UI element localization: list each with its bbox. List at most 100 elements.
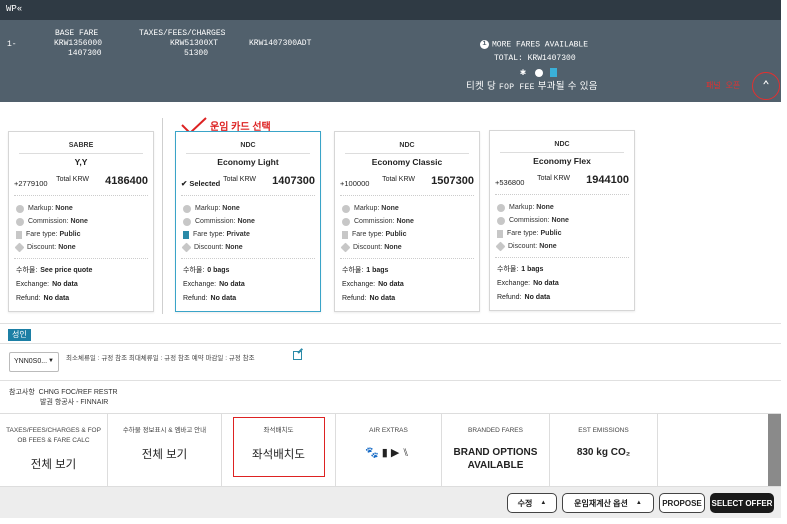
- edit-button[interactable]: 수정 ▲: [507, 493, 557, 513]
- discount-row: Discount: None: [340, 241, 414, 254]
- fare-card-sabre[interactable]: SABRE Y,Y +2779100 Total KRW 4186400 Mar…: [8, 131, 154, 312]
- fare-basis-select[interactable]: YNN0S0... ▼: [9, 352, 59, 372]
- discount-row: Discount: None: [14, 241, 88, 254]
- card-fare-family: Economy Flex: [533, 156, 591, 166]
- fare-card-economy-flex[interactable]: NDC Economy Flex +536800 Total KRW 19441…: [489, 130, 635, 311]
- card-total: 4186400: [105, 175, 148, 187]
- gear-icon: [342, 204, 350, 213]
- bookmark-icon: [497, 229, 503, 238]
- fare-card-economy-classic[interactable]: NDC Economy Classic +100000 Total KRW 15…: [334, 131, 480, 312]
- fare-card-economy-light[interactable]: NDC Economy Light ✔ Selected Total KRW 1…: [175, 131, 321, 312]
- gear-icon: [497, 203, 505, 212]
- card-price-diff: +2779100: [14, 179, 48, 188]
- cell-header: 수하물 정보표시 & 엠바고 안내: [122, 427, 207, 434]
- reference-notes: 참고사항 CHNG FOC/REF RESTR 발권 항공사 - FINNAIR: [9, 387, 118, 407]
- commission-label: Commission:: [28, 218, 69, 225]
- propose-button[interactable]: PROPOSE: [659, 493, 705, 513]
- refund-label: Refund:: [497, 293, 522, 301]
- baggage-label: 수하물:: [183, 267, 205, 274]
- seat-icon: ⑊: [402, 447, 412, 459]
- card-total: 1507300: [431, 175, 474, 187]
- section-divider: [0, 343, 781, 344]
- circle-icon: [497, 216, 505, 225]
- card-separator: [181, 195, 315, 196]
- bookmark-icon: [16, 230, 22, 239]
- card-divider-line: [500, 152, 624, 153]
- tag-icon: [340, 242, 351, 253]
- scrollbar[interactable]: [768, 414, 781, 486]
- fare-type-row: Fare type: Private: [183, 228, 255, 241]
- passenger-type-tag: 성인: [8, 329, 31, 341]
- card-fare-family: Economy Light: [217, 157, 279, 167]
- commission-row: Commission: None: [183, 215, 255, 228]
- select-offer-button[interactable]: SELECT OFFER: [710, 493, 774, 513]
- baggage-info-cell[interactable]: 수하물 정보표시 & 엠바고 안내 전체 보기: [108, 414, 222, 487]
- card-selected-status: ✔ Selected: [181, 179, 220, 188]
- terminal-topbar: WP«: [0, 0, 781, 20]
- exchange-value: No data: [533, 279, 559, 287]
- fare-type-value: Public: [59, 231, 81, 238]
- tag-icon: [14, 242, 25, 253]
- exchange-value: No data: [219, 280, 245, 288]
- card-separator: [181, 258, 315, 259]
- total-line: TOTAL: KRW1407300: [494, 54, 576, 63]
- reference-line-2: 발권 항공사 - FINNAIR: [40, 399, 109, 406]
- exchange-row: Exchange: No data: [183, 277, 245, 291]
- discount-value: None: [539, 243, 557, 250]
- refund-label: Refund:: [16, 294, 41, 302]
- fare-type-value: Private: [226, 231, 250, 238]
- fare-rules-summary: 최소체류일 : 규정 참조 최대체류일 : 규정 참조 예약 마감일 : 규정 …: [66, 355, 255, 362]
- card-separator: [340, 258, 474, 259]
- paw-icon: 🐾: [365, 447, 382, 459]
- exchange-label: Exchange:: [183, 280, 217, 288]
- external-link-icon[interactable]: [293, 351, 302, 360]
- bookmark-icon: [183, 230, 189, 239]
- more-fares-label: MORE FARES AVAILABLE: [492, 40, 589, 50]
- card-total-label: Total KRW: [537, 175, 570, 182]
- commission-value: None: [551, 217, 569, 224]
- taxes-fees-cell[interactable]: TAXES/FEES/CHARGES & FOP OB FEES & FARE …: [0, 414, 108, 487]
- view-all-taxes-link[interactable]: 전체 보기: [0, 456, 107, 472]
- more-fares-available[interactable]: i MORE FARES AVAILABLE: [480, 40, 588, 50]
- recalc-options-button[interactable]: 운임재계산 옵션 ▲: [562, 493, 654, 513]
- fare-type-value: Public: [385, 231, 407, 238]
- branded-fares-cell[interactable]: BRANDED FARES BRAND OPTIONS AVAILABLE: [442, 414, 550, 487]
- fare-type-row: Fare type: Public: [342, 228, 414, 241]
- reference-line-1: CHNG FOC/REF RESTR: [38, 389, 118, 396]
- terminal-title: WP«: [6, 4, 23, 14]
- markup-value: None: [536, 204, 554, 211]
- reference-label: 참고사항: [9, 389, 35, 396]
- fare-type-label: Fare type:: [26, 231, 58, 238]
- commission-row: Commission: None: [342, 215, 414, 228]
- markup-label: Markup:: [195, 205, 221, 212]
- exchange-value: No data: [378, 280, 404, 288]
- discount-value: None: [58, 244, 76, 251]
- taxes-value: KRW51300XT: [170, 39, 219, 48]
- refund-value: No data: [524, 293, 551, 301]
- grand-total-code: KRW1407300ADT: [249, 39, 312, 48]
- cell-header: AIR EXTRAS: [369, 427, 408, 434]
- gear-icon: [16, 204, 24, 213]
- brand-options-link[interactable]: BRAND OPTIONS AVAILABLE: [442, 446, 549, 472]
- air-extras-cell[interactable]: AIR EXTRAS 🐾▮▶⑊: [336, 414, 442, 487]
- card-total-label: Total KRW: [382, 176, 415, 183]
- discount-value: None: [225, 244, 243, 251]
- card-divider-line: [345, 153, 469, 154]
- view-all-baggage-link[interactable]: 전체 보기: [108, 446, 221, 462]
- fare-type-value: Public: [540, 230, 562, 237]
- baggage-value: See price quote: [40, 266, 93, 274]
- section-divider: [0, 380, 781, 381]
- baggage-value: 0 bags: [207, 266, 230, 274]
- card-total-label: Total KRW: [223, 176, 256, 183]
- baggage-row: 수하물: 0 bags: [183, 263, 245, 277]
- card-separator: [14, 258, 148, 259]
- card-source: NDC: [399, 142, 415, 149]
- cell-header: TAXES/FEES/CHARGES & FOP OB FEES & FARE …: [6, 427, 101, 444]
- card-separator: [495, 194, 629, 195]
- discount-row: Discount: None: [181, 241, 255, 254]
- commission-row: Commission: None: [16, 215, 88, 228]
- cell-header: EST EMISSIONS: [578, 427, 629, 434]
- circle-icon: [16, 217, 24, 226]
- panel-toggle-button[interactable]: ⌃: [752, 72, 780, 100]
- line-number: 1-: [7, 40, 17, 49]
